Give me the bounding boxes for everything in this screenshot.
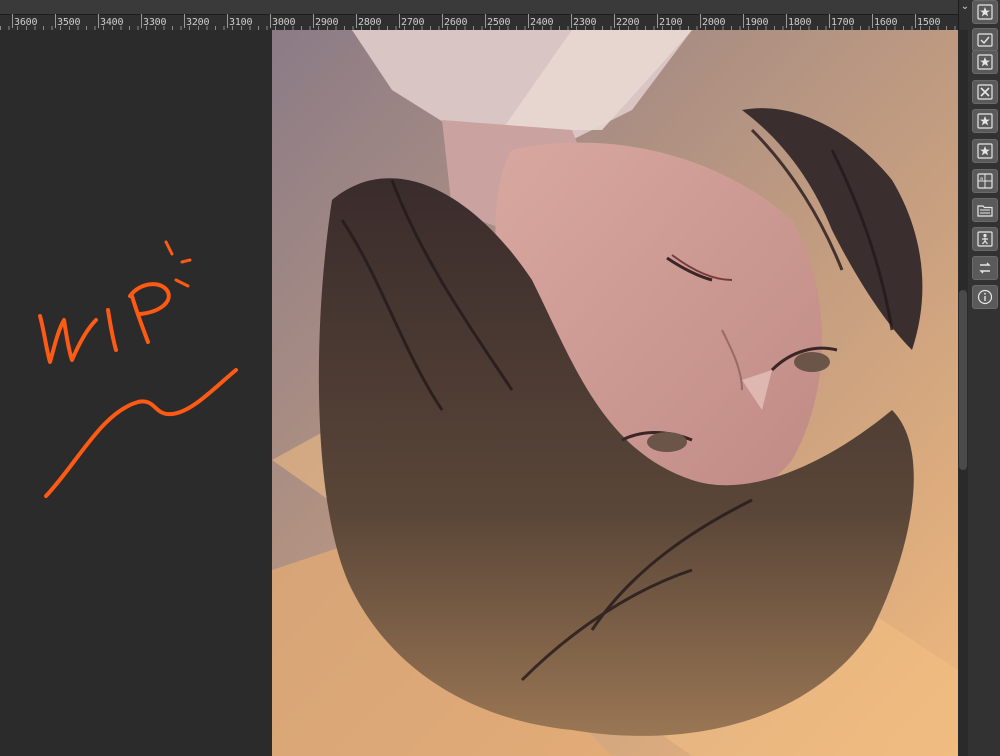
wip-annotation: [38, 240, 238, 498]
ruler-label: 2800: [355, 14, 382, 28]
ruler-label: 3100: [226, 14, 253, 28]
wip-letter-p: [128, 282, 171, 344]
close-box-icon[interactable]: [972, 80, 998, 104]
star-panel-icon[interactable]: [972, 139, 998, 163]
artwork-illustration: [272, 30, 958, 756]
vertical-scrollbar-thumb[interactable]: [959, 290, 967, 470]
checklist-panel-icon[interactable]: [972, 28, 998, 52]
ruler-label: 2400: [527, 14, 554, 28]
ruler-label: 3300: [140, 14, 167, 28]
folder-panel-icon[interactable]: [972, 198, 998, 222]
wip-underline: [44, 368, 238, 498]
ruler-label: 3500: [54, 14, 81, 28]
wip-letter-i: [106, 308, 118, 352]
ruler-label: 1500: [914, 14, 941, 28]
ruler-label: 3600: [11, 14, 38, 28]
ruler-label: 3400: [97, 14, 124, 28]
star-panel-icon[interactable]: [972, 0, 998, 24]
ruler-label: 2500: [484, 14, 511, 28]
ruler-label: 2900: [312, 14, 339, 28]
ruler-label: 1600: [871, 14, 898, 28]
collapse-panel-button[interactable]: ⌄: [957, 0, 973, 14]
swap-arrows-icon[interactable]: [972, 256, 998, 280]
ruler-label: 2600: [441, 14, 468, 28]
star-panel-icon[interactable]: [972, 109, 998, 133]
figure-panel-icon[interactable]: [972, 227, 998, 251]
grid-panel-icon[interactable]: a: [972, 169, 998, 193]
svg-text:a: a: [980, 176, 983, 182]
ruler-label: 1700: [828, 14, 855, 28]
ruler-label: 2300: [570, 14, 597, 28]
horizontal-ruler: 3600 3500 3400 3300 3200 3100 3000 2900 …: [0, 0, 958, 30]
ruler-label: 2200: [613, 14, 640, 28]
ruler-label: 2700: [398, 14, 425, 28]
wip-spark: [164, 240, 192, 288]
ruler-label: 2100: [656, 14, 683, 28]
ruler-label: 1900: [742, 14, 769, 28]
ruler-label: 2000: [699, 14, 726, 28]
wip-letter-w: [38, 314, 98, 364]
ruler-label: 3000: [269, 14, 296, 28]
star-panel-icon[interactable]: [972, 50, 998, 74]
artwork-canvas[interactable]: [272, 30, 958, 756]
ruler-label: 1800: [785, 14, 812, 28]
info-icon[interactable]: [972, 285, 998, 309]
ruler-label: 3200: [183, 14, 210, 28]
